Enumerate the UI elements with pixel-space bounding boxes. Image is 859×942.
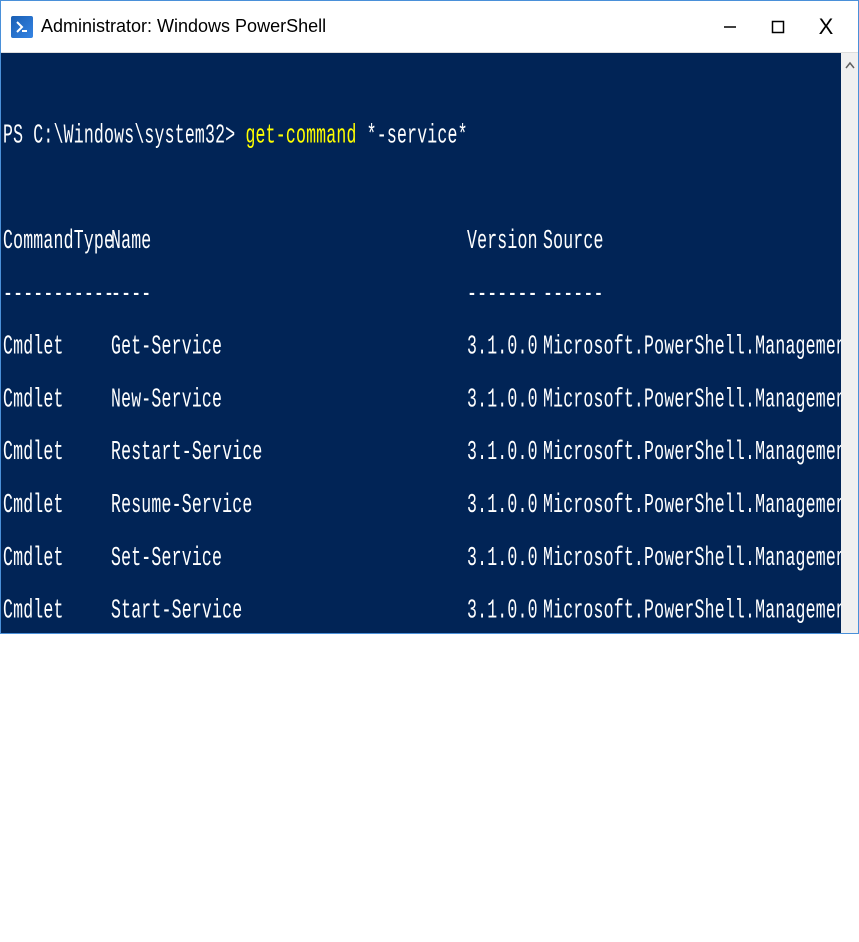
command-args: *-service*	[357, 119, 468, 149]
scroll-up-button[interactable]	[841, 53, 858, 78]
table-row: CmdletResume-Service3.1.0.0Microsoft.Pow…	[3, 492, 858, 518]
prompt-text: PS C:\Windows\system32>	[3, 119, 245, 149]
table-row: CmdletStop-Service3.1.0.0Microsoft.Power…	[3, 650, 858, 676]
maximize-button[interactable]	[768, 17, 788, 37]
header-name: Name	[111, 228, 467, 254]
header-commandtype: CommandType	[3, 228, 111, 254]
window-title: Administrator: Windows PowerShell	[41, 16, 720, 37]
table-row: CmdletNew-Service3.1.0.0Microsoft.PowerS…	[3, 386, 858, 412]
header-source: Source	[543, 228, 604, 254]
prompt-text: PS C:\Windows\system32>	[3, 858, 235, 888]
table-row: CmdletRestart-Service3.1.0.0Microsoft.Po…	[3, 439, 858, 465]
table-row: CmdletSet-Service3.1.0.0Microsoft.PowerS…	[3, 545, 858, 571]
window-controls: X	[720, 17, 854, 37]
close-button[interactable]: X	[816, 17, 836, 37]
command-line: PS C:\Windows\system32> get-command *-se…	[3, 122, 858, 148]
command-name: get-command	[245, 119, 356, 149]
table-divider: ----------------------------	[3, 281, 858, 307]
table-row: CmdletSuspend-Service3.1.0.0Microsoft.Po…	[3, 703, 858, 729]
powershell-icon	[11, 16, 33, 38]
table-row: CmdletGet-Service3.1.0.0Microsoft.PowerS…	[3, 334, 858, 360]
header-version: Version	[467, 228, 543, 254]
prompt-line: PS C:\Windows\system32>	[3, 862, 858, 888]
minimize-button[interactable]	[720, 17, 740, 37]
terminal-area[interactable]: PS C:\Windows\system32> get-command *-se…	[1, 53, 858, 633]
titlebar[interactable]: Administrator: Windows PowerShell X	[1, 1, 858, 53]
scrollbar[interactable]	[841, 53, 858, 633]
table-header: CommandTypeNameVersionSource	[3, 228, 858, 254]
table-row: CmdletStart-Service3.1.0.0Microsoft.Powe…	[3, 598, 858, 624]
